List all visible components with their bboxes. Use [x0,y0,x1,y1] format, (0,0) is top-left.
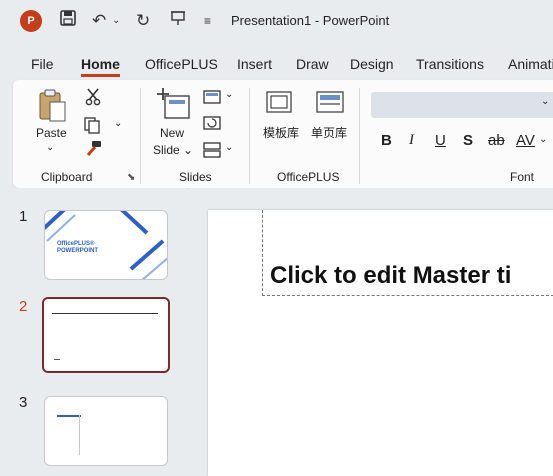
thumbnail-caption: OfficePLUS® [57,241,95,247]
ribbon-separator [249,88,250,184]
slide-thumbnail-2[interactable] [42,297,170,373]
powerpoint-logo-icon: P [20,10,42,32]
tab-design[interactable]: Design [350,56,394,72]
tab-insert[interactable]: Insert [237,56,272,72]
paste-button[interactable]: Paste [36,126,67,140]
new-slide-label[interactable]: New [160,126,184,140]
slide-number: 2 [19,298,28,315]
officeplus-group-label: OfficePLUS [277,170,340,184]
slide-thumbnail-pane[interactable]: 1 OfficePLUS® POWERPOINT 2 3 [0,188,188,476]
master-title-text[interactable]: Click to edit Master ti [270,262,511,290]
template-library-icon[interactable] [265,90,295,121]
copy-dropdown-icon[interactable]: ⌄ [114,118,122,129]
ribbon-separator [359,88,360,184]
title-bar: P ↶ ⌄ ↻ ≡ Presentation1 - PowerPoint [0,0,553,44]
template-library-button[interactable]: 模板库 [263,124,299,141]
section-icon[interactable] [203,142,221,163]
clipboard-group-label: Clipboard [41,170,93,184]
page-library-icon[interactable] [315,90,345,121]
character-spacing-dropdown-icon[interactable]: ⌄ [539,134,547,145]
cut-icon[interactable] [85,88,101,111]
layout-icon[interactable] [203,90,221,109]
section-dropdown-icon[interactable]: ⌄ [225,142,233,153]
undo-icon[interactable]: ↶ [92,10,106,32]
text-shadow-button[interactable]: S [463,132,473,149]
reset-slide-icon[interactable] [203,116,221,135]
layout-dropdown-icon[interactable]: ⌄ [225,89,233,100]
copy-icon[interactable] [83,116,101,139]
paste-icon[interactable] [37,88,67,127]
tab-file[interactable]: File [31,56,54,72]
font-name-dropdown-icon[interactable]: ⌄ [541,96,549,107]
font-name-combobox[interactable] [371,92,553,118]
ribbon-home: Paste ⌄ ⌄ Clipboard ⬊ New Slide ⌄ ⌄ ⌄ Sl… [13,80,553,188]
present-icon[interactable] [170,10,186,32]
ribbon-tabs: File Home OfficePLUS Insert Draw Design … [0,52,553,80]
redo-icon[interactable]: ↻ [136,10,150,32]
new-slide-icon[interactable] [157,88,191,125]
character-spacing-button[interactable]: AV [516,132,535,149]
save-icon[interactable] [60,10,76,32]
italic-button[interactable]: I [409,132,414,149]
slide-number: 3 [19,394,28,411]
slide-thumbnail-1[interactable]: OfficePLUS® POWERPOINT [44,210,168,280]
tab-officeplus[interactable]: OfficePLUS [145,56,218,72]
new-slide-button[interactable]: Slide ⌄ [153,143,193,157]
tab-transitions[interactable]: Transitions [416,56,484,72]
font-group-label: Font [510,170,535,184]
slide-number: 1 [19,208,28,225]
page-library-button[interactable]: 单页库 [311,124,347,141]
slides-group-label: Slides [179,170,212,184]
thumbnail-caption: POWERPOINT [57,248,99,254]
paste-dropdown-icon[interactable]: ⌄ [46,142,54,153]
underline-button[interactable]: U [435,132,446,149]
bold-button[interactable]: B [381,132,392,149]
customize-toolbar-icon[interactable]: ≡ [204,10,211,32]
clipboard-launcher-icon[interactable]: ⬊ [127,172,135,183]
tab-home[interactable]: Home [81,56,120,77]
tab-animations[interactable]: Animations [508,56,553,72]
undo-dropdown-icon[interactable]: ⌄ [112,10,120,32]
format-painter-icon[interactable] [83,140,103,163]
ribbon-separator [140,88,141,184]
strikethrough-button[interactable]: ab [488,132,505,149]
tab-draw[interactable]: Draw [296,56,329,72]
window-title: Presentation1 - PowerPoint [231,13,390,28]
slide-thumbnail-3[interactable] [44,396,168,466]
